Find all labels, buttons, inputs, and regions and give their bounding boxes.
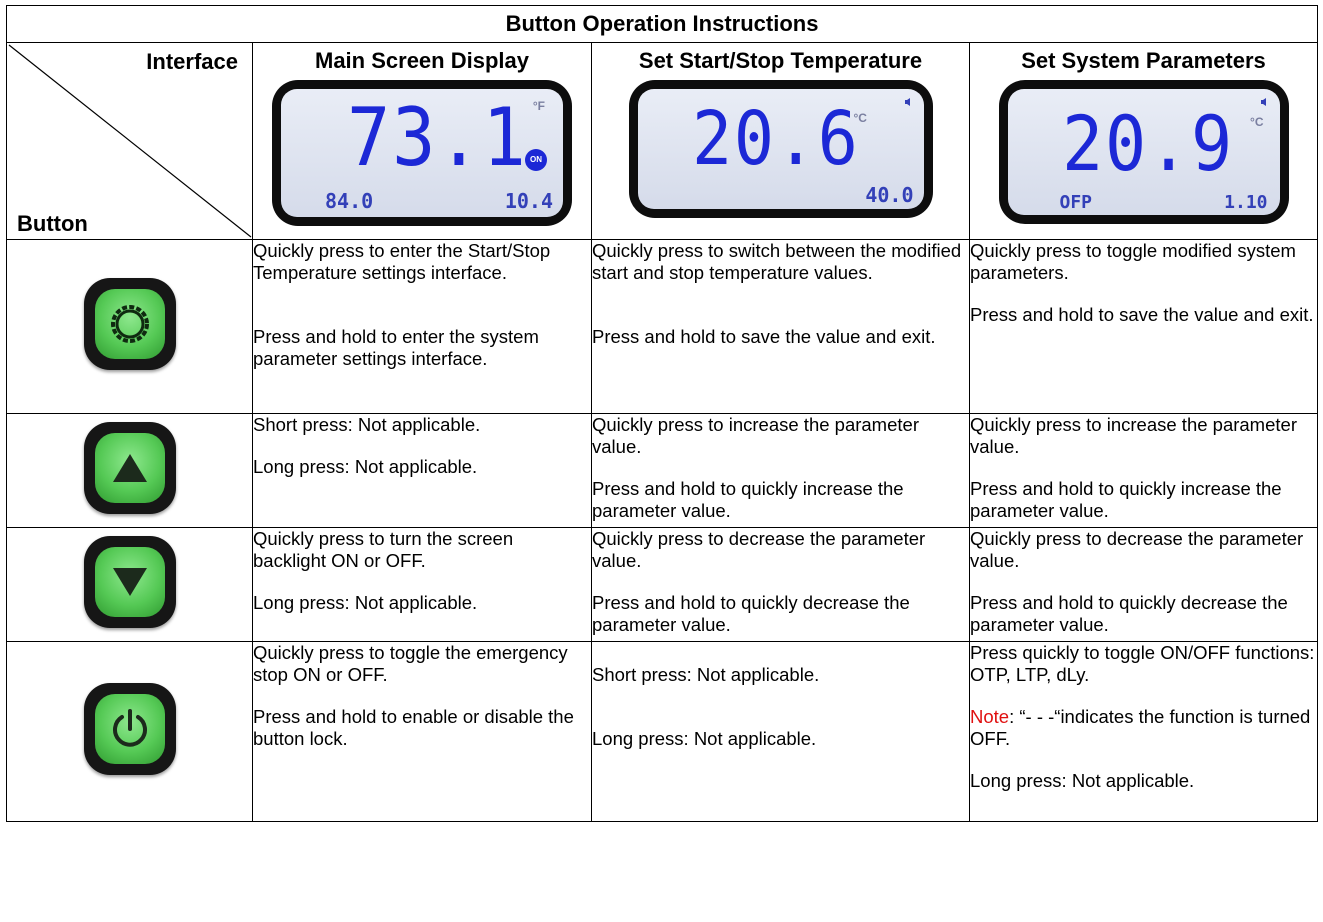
- gear-main-screen-text: Quickly press to enter the Start/Stop Te…: [252, 239, 592, 414]
- power-main-short: Quickly press to toggle the emergency st…: [253, 642, 568, 685]
- gear-startstop-long: Press and hold to save the value and exi…: [592, 326, 936, 347]
- power-button[interactable]: [83, 683, 176, 775]
- button-cell-down: [6, 527, 253, 642]
- lcd-start-stop-unit: °C: [853, 111, 867, 125]
- up-startstop-long: Press and hold to quickly increase the p…: [592, 478, 904, 521]
- gear-main-short: Quickly press to enter the Start/Stop Te…: [253, 240, 551, 283]
- power-system-short: Press quickly to toggle ON/OFF functions…: [970, 642, 1315, 685]
- power-startstop-short: Short press: Not applicable.: [592, 664, 820, 685]
- down-arrow-icon: [112, 568, 147, 596]
- note-text: : “- - -“indicates the function is turne…: [970, 706, 1311, 749]
- lcd-main-screen: 73.1 °F ON 84.0 10.4: [272, 80, 572, 226]
- gear-button[interactable]: [83, 278, 176, 370]
- column-main-screen: Main Screen Display 73.1 °F ON 84.0 10.4: [252, 42, 592, 240]
- down-start-stop-text: Quickly press to decrease the parameter …: [591, 527, 970, 642]
- up-system-long: Press and hold to quickly increase the p…: [970, 478, 1282, 521]
- button-cell-power: [6, 641, 253, 822]
- up-main-screen-text: Short press: Not applicable. Long press:…: [252, 413, 592, 528]
- interface-label: Interface: [146, 49, 238, 74]
- up-startstop-short: Quickly press to increase the parameter …: [592, 414, 919, 457]
- gear-system-long: Press and hold to save the value and exi…: [970, 304, 1314, 325]
- down-button[interactable]: [83, 536, 176, 628]
- column-start-stop: Set Start/Stop Temperature 20.6 °C 40.0: [591, 42, 970, 240]
- down-main-screen-text: Quickly press to turn the screen backlig…: [252, 527, 592, 642]
- column-heading-system: Set System Parameters: [1021, 48, 1266, 73]
- power-main-long: Press and hold to enable or disable the …: [253, 706, 574, 749]
- corner-header: Interface Button: [6, 42, 253, 240]
- up-system-short: Quickly press to increase the parameter …: [970, 414, 1297, 457]
- up-main-long: Long press: Not applicable.: [253, 456, 478, 477]
- lcd-system-param-value: 1.10: [1224, 192, 1268, 213]
- gear-icon: [110, 305, 149, 343]
- gear-system-text: Quickly press to toggle modified system …: [968, 239, 1319, 414]
- up-button[interactable]: [83, 422, 176, 514]
- lcd-start-stop-small: 40.0: [865, 183, 914, 207]
- power-icon: [112, 709, 147, 747]
- lcd-main-value: 73.1: [347, 91, 528, 184]
- column-system-params: Set System Parameters 20.9 °C OFP 1.10: [968, 42, 1319, 240]
- power-startstop-long: Long press: Not applicable.: [592, 728, 817, 749]
- lcd-system-unit: °C: [1250, 115, 1264, 129]
- up-start-stop-text: Quickly press to increase the parameter …: [591, 413, 970, 528]
- lcd-system-param-code: OFP: [1059, 192, 1093, 213]
- up-system-text: Quickly press to increase the parameter …: [968, 413, 1319, 528]
- lcd-start-stop: 20.6 °C 40.0: [628, 80, 933, 218]
- gear-main-long: Press and hold to enter the system param…: [253, 326, 539, 369]
- lcd-start-stop-value: 20.6: [691, 96, 860, 182]
- speaker-icon: [1260, 98, 1266, 106]
- button-label: Button: [17, 211, 88, 236]
- lcd-system-params: 20.9 °C OFP 1.10: [998, 80, 1289, 224]
- down-main-short: Quickly press to turn the screen backlig…: [253, 528, 514, 571]
- lcd-main-start-temp: 84.0: [325, 189, 374, 213]
- down-system-long: Press and hold to quickly decrease the p…: [970, 592, 1288, 635]
- power-start-stop-text: Short press: Not applicable. Long press:…: [591, 641, 970, 822]
- power-system-note: Note: “- - -“indicates the function is t…: [970, 706, 1317, 750]
- table-title: Button Operation Instructions: [5, 5, 1319, 43]
- down-system-text: Quickly press to decrease the parameter …: [968, 527, 1319, 642]
- down-startstop-long: Press and hold to quickly decrease the p…: [592, 592, 910, 635]
- button-cell-up: [6, 413, 253, 528]
- power-system-long: Long press: Not applicable.: [970, 770, 1195, 791]
- note-label: Note: [970, 706, 1010, 727]
- button-operation-table: Button Operation Instructions Interface …: [5, 5, 1319, 822]
- lcd-main-unit: °F: [532, 99, 545, 113]
- lcd-on-badge: ON: [525, 149, 547, 171]
- down-system-short: Quickly press to decrease the parameter …: [970, 528, 1304, 571]
- speaker-icon: [904, 98, 910, 106]
- power-main-screen-text: Quickly press to toggle the emergency st…: [252, 641, 592, 822]
- gear-start-stop-text: Quickly press to switch between the modi…: [591, 239, 970, 414]
- up-main-short: Short press: Not applicable.: [253, 414, 481, 435]
- lcd-main-stop-temp: 10.4: [504, 189, 553, 213]
- gear-system-short: Quickly press to toggle modified system …: [970, 240, 1296, 283]
- up-arrow-icon: [112, 454, 147, 482]
- down-main-long: Long press: Not applicable.: [253, 592, 478, 613]
- lcd-system-value: 20.9: [1061, 99, 1234, 188]
- down-startstop-short: Quickly press to decrease the parameter …: [592, 528, 926, 571]
- gear-startstop-short: Quickly press to switch between the modi…: [592, 240, 962, 283]
- power-system-text: Press quickly to toggle ON/OFF functions…: [968, 641, 1319, 822]
- column-heading-start-stop: Set Start/Stop Temperature: [638, 48, 923, 73]
- button-cell-gear: [6, 239, 253, 414]
- column-heading-main: Main Screen Display: [315, 48, 529, 73]
